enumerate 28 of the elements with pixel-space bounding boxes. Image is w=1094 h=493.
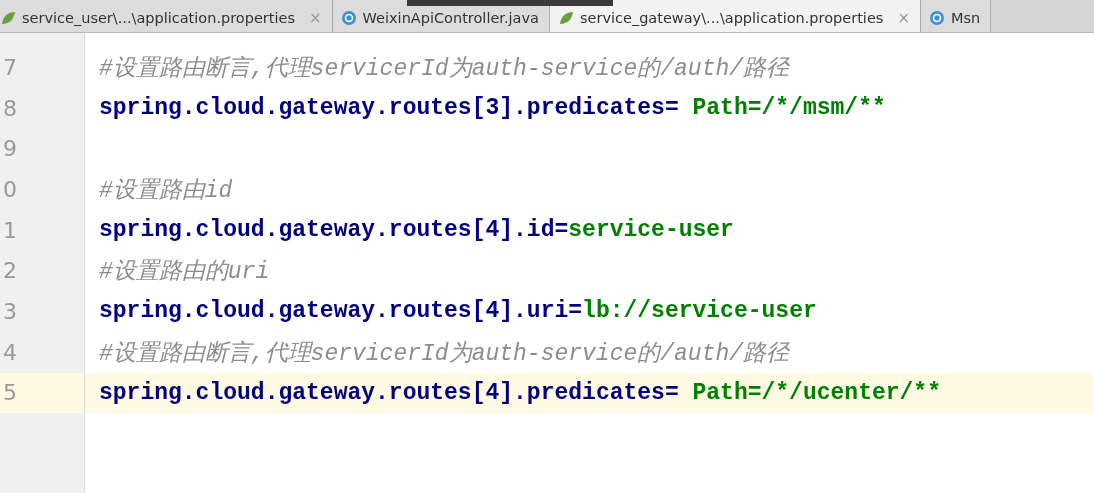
leaf-icon: [0, 10, 16, 26]
line-number: 2: [2, 257, 18, 286]
property-value: service-user: [568, 217, 734, 244]
line-number: 7: [2, 53, 18, 82]
property-value: Path=/*/msm/**: [691, 95, 886, 122]
code-comment: #设置路由断言,代理servicerId为auth-service的/auth/路径: [99, 339, 790, 368]
line-number: 8: [2, 94, 18, 123]
code-comment: #设置路由的uri: [99, 258, 270, 287]
line-number: 9: [2, 135, 18, 164]
property-key: spring.cloud.gateway.routes[4].predicates=: [99, 379, 679, 406]
property-value: lb://service-user: [582, 298, 817, 325]
editor-tab[interactable]: Msn: [920, 0, 992, 32]
code-comment: #设置路由断言,代理servicerId为auth-service的/auth/路径: [99, 54, 790, 83]
line-number: 0: [2, 175, 18, 204]
property-key: spring.cloud.gateway.routes[4].uri=: [99, 298, 583, 325]
leaf-icon: [557, 10, 574, 26]
class-icon: [340, 10, 357, 26]
class-icon: [928, 10, 945, 26]
property-key: spring.cloud.gateway.routes[4].id=: [99, 217, 569, 244]
line-number: 4: [2, 338, 18, 367]
editor-tab[interactable]: service_gateway\...\application.properties ×: [549, 0, 921, 32]
line-number: 1: [2, 216, 18, 245]
property-key: spring.cloud.gateway.routes[3].predicates=: [99, 95, 679, 122]
line-number: 3: [2, 297, 18, 326]
code-comment: #设置路由id: [99, 176, 233, 205]
line-number: 5: [0, 372, 84, 414]
property-value: Path=/*/ucenter/**: [691, 379, 941, 406]
editor-tab[interactable]: service_user\...\application.properties ×: [0, 0, 333, 32]
